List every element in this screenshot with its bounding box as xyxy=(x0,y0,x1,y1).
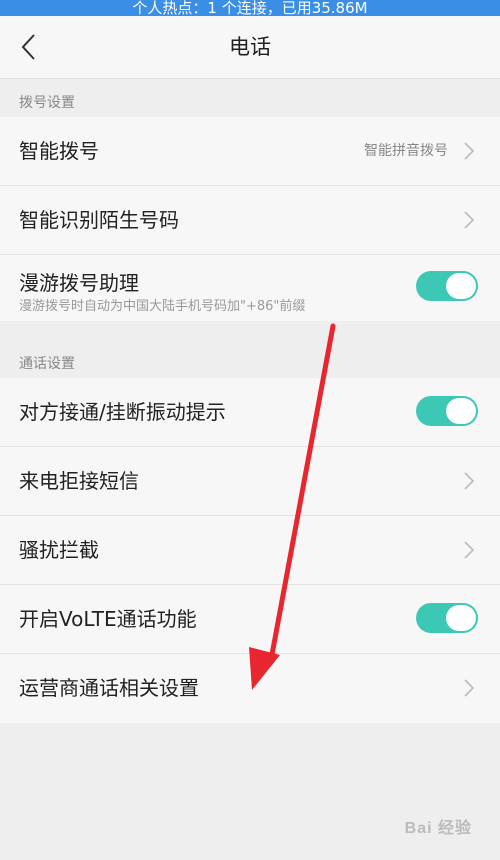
harassment-block-label: 骚扰拦截 xyxy=(19,538,99,562)
header: 电话 xyxy=(0,16,500,79)
section-header-call: 通话设置 xyxy=(0,340,500,378)
chevron-right-icon xyxy=(464,472,475,490)
vibrate-on-connect-label: 对方接通/挂断振动提示 xyxy=(19,400,226,424)
dialing-settings-list: 智能拨号 智能拼音拨号 智能识别陌生号码 漫游拨号助理 漫游拨号时自动为中国大陆… xyxy=(0,117,500,321)
page-title: 电话 xyxy=(229,35,271,59)
roaming-assistant-toggle[interactable] xyxy=(416,271,478,301)
roaming-assistant-description: 漫游拨号时自动为中国大陆手机号码加"+86"前缀 xyxy=(19,299,306,314)
call-settings-list: 对方接通/挂断振动提示 来电拒接短信 骚扰拦截 开启VoLTE通话功能 运营商通… xyxy=(0,378,500,723)
vibrate-on-connect-row: 对方接通/挂断振动提示 xyxy=(0,378,500,447)
chevron-right-icon xyxy=(464,211,475,229)
smart-dial-value: 智能拼音拨号 xyxy=(364,143,448,159)
chevron-right-icon xyxy=(464,142,475,160)
smart-dial-label: 智能拨号 xyxy=(19,139,99,163)
carrier-settings-label: 运营商通话相关设置 xyxy=(19,676,199,700)
section-header-dialing: 拨号设置 xyxy=(0,79,500,117)
harassment-block-row[interactable]: 骚扰拦截 xyxy=(0,516,500,585)
toggle-knob xyxy=(446,398,476,424)
volte-label: 开启VoLTE通话功能 xyxy=(19,607,197,631)
toggle-knob xyxy=(446,273,476,299)
smart-identify-label: 智能识别陌生号码 xyxy=(19,208,179,232)
back-button[interactable] xyxy=(8,26,48,68)
chevron-right-icon xyxy=(464,541,475,559)
status-bar: 个人热点：1 个连接，已用35.86M xyxy=(0,0,500,16)
roaming-assistant-row: 漫游拨号助理 漫游拨号时自动为中国大陆手机号码加"+86"前缀 xyxy=(0,255,500,321)
roaming-assistant-label: 漫游拨号助理 xyxy=(19,271,139,295)
toggle-knob xyxy=(446,605,476,631)
chevron-right-icon xyxy=(464,679,475,697)
watermark: Bai 经验 xyxy=(404,820,472,837)
reject-sms-label: 来电拒接短信 xyxy=(19,469,139,493)
volte-toggle[interactable] xyxy=(416,603,478,633)
status-bar-text: 个人热点：1 个连接，已用35.86M xyxy=(132,0,368,16)
volte-row: 开启VoLTE通话功能 xyxy=(0,585,500,654)
vibrate-on-connect-toggle[interactable] xyxy=(416,396,478,426)
back-chevron-icon xyxy=(21,34,35,60)
carrier-settings-row[interactable]: 运营商通话相关设置 xyxy=(0,654,500,723)
reject-sms-row[interactable]: 来电拒接短信 xyxy=(0,447,500,516)
smart-identify-row[interactable]: 智能识别陌生号码 xyxy=(0,186,500,255)
smart-dial-row[interactable]: 智能拨号 智能拼音拨号 xyxy=(0,117,500,186)
